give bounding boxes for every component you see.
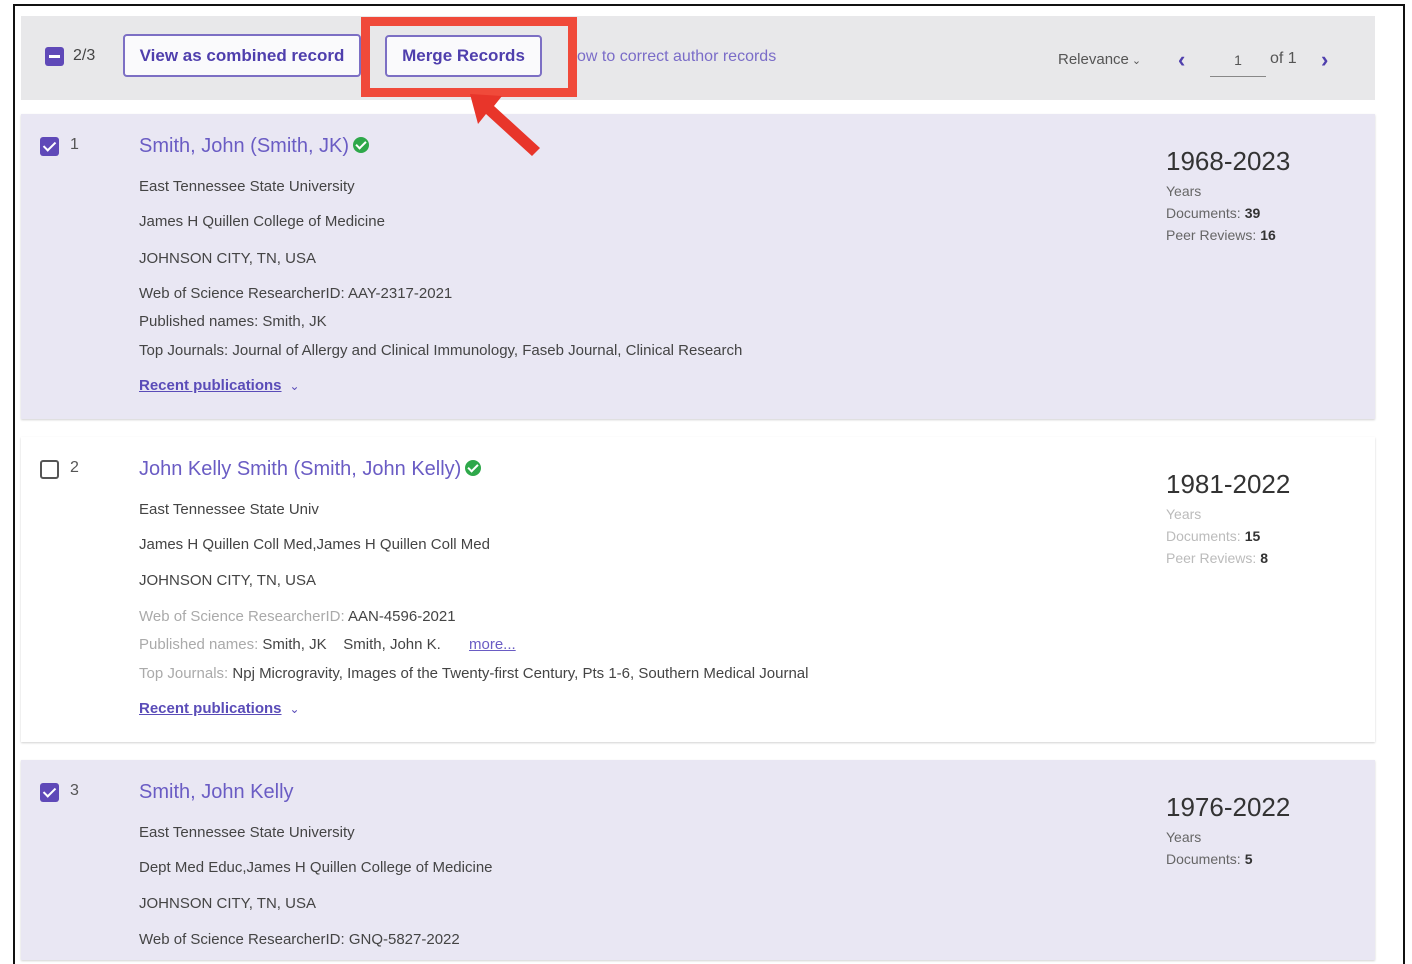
documents-label: Documents: bbox=[1166, 851, 1241, 867]
author-record-1: 1 Smith, John (Smith, JK) East Tennessee… bbox=[21, 114, 1375, 419]
year-range: 1976-2022 bbox=[1166, 792, 1291, 822]
select-all-checkbox[interactable] bbox=[45, 47, 64, 66]
researcher-id: Web of Science ResearcherID: GNQ-5827-20… bbox=[139, 931, 460, 948]
author-name: Smith, John Kelly bbox=[139, 781, 294, 803]
years-label: Years bbox=[1166, 506, 1290, 522]
affiliation: East Tennessee State University bbox=[139, 178, 355, 195]
author-name: Smith, John (Smith, JK) bbox=[139, 135, 350, 157]
top-journals: Top Journals: Npj Microgravity, Images o… bbox=[139, 665, 808, 682]
location: JOHNSON CITY, TN, USA bbox=[139, 250, 316, 267]
top-journals-value: Npj Microgravity, Images of the Twenty-f… bbox=[232, 665, 809, 682]
record-number: 3 bbox=[70, 782, 79, 799]
record-number: 2 bbox=[70, 459, 79, 476]
peer-reviews-label: Peer Reviews: bbox=[1166, 227, 1257, 243]
top-journals-label: Top Journals: bbox=[139, 665, 229, 682]
record-stats: 1968-2023 Years Documents: 39 Peer Review… bbox=[1166, 146, 1290, 243]
published-names-label: Published names: bbox=[139, 636, 259, 653]
sort-dropdown[interactable]: Relevance ⌄ bbox=[1058, 51, 1141, 68]
chevron-down-icon: ⌄ bbox=[289, 702, 300, 716]
researcher-id-value: GNQ-5827-2022 bbox=[348, 931, 460, 948]
author-name-link[interactable]: Smith, John (Smith, JK) bbox=[139, 135, 370, 158]
year-range: 1981-2022 bbox=[1166, 469, 1291, 499]
annotation-highlight-box bbox=[361, 17, 577, 97]
recent-publications-label: Recent publications bbox=[139, 700, 282, 717]
published-names-label: Published names: bbox=[139, 313, 259, 330]
selected-count: 2/3 bbox=[73, 47, 96, 64]
record-stats: 1981-2022 Years Documents: 15 Peer Review… bbox=[1166, 469, 1290, 566]
view-combined-record-button[interactable]: View as combined record bbox=[123, 34, 361, 77]
recent-publications-toggle[interactable]: Recent publications ⌄ bbox=[139, 700, 300, 717]
documents-stat: Documents: 5 bbox=[1166, 851, 1290, 867]
department: James H Quillen College of Medicine bbox=[139, 213, 385, 230]
published-names: Published names: Smith, JK bbox=[139, 313, 327, 330]
peer-reviews-stat: Peer Reviews: 16 bbox=[1166, 227, 1290, 243]
record-number: 1 bbox=[70, 136, 79, 153]
peer-reviews-count: 8 bbox=[1260, 550, 1269, 566]
chevron-down-icon: ⌄ bbox=[1131, 55, 1142, 67]
verified-check-icon bbox=[465, 459, 482, 476]
researcher-id: Web of Science ResearcherID: AAN-4596-20… bbox=[139, 608, 456, 625]
years-label: Years bbox=[1166, 183, 1202, 199]
year-range: 1968-2023 bbox=[1166, 146, 1291, 176]
researcher-id-value: AAN-4596-2021 bbox=[348, 608, 456, 625]
author-name-link[interactable]: John Kelly Smith (Smith, John Kelly) bbox=[139, 458, 482, 481]
peer-reviews-count: 16 bbox=[1260, 227, 1276, 243]
documents-stat: Documents: 39 bbox=[1166, 205, 1290, 221]
author-name: John Kelly Smith (Smith, John Kelly) bbox=[139, 458, 462, 480]
record-stats: 1976-2022 Years Documents: 5 bbox=[1166, 792, 1290, 867]
documents-count: 15 bbox=[1244, 528, 1261, 544]
verified-check-icon bbox=[353, 136, 370, 153]
documents-count: 5 bbox=[1244, 851, 1253, 867]
page-total: of 1 bbox=[1270, 50, 1297, 67]
researcher-id-label: Web of Science ResearcherID: bbox=[139, 931, 345, 948]
location: JOHNSON CITY, TN, USA bbox=[139, 572, 316, 589]
next-page-icon[interactable]: › bbox=[1321, 47, 1328, 73]
recent-publications-toggle[interactable]: Recent publications ⌄ bbox=[139, 377, 300, 394]
author-name-link[interactable]: Smith, John Kelly bbox=[139, 781, 294, 804]
record-2-checkbox[interactable] bbox=[40, 460, 59, 479]
affiliation: East Tennessee State Univ bbox=[139, 501, 319, 518]
record-3-checkbox[interactable] bbox=[40, 783, 59, 802]
documents-label: Documents: bbox=[1166, 528, 1241, 544]
peer-reviews-label: Peer Reviews: bbox=[1166, 550, 1257, 566]
previous-page-icon[interactable]: ‹ bbox=[1178, 47, 1185, 73]
documents-stat: Documents: 15 bbox=[1166, 528, 1290, 544]
published-names: Published names: Smith, JK Smith, John K… bbox=[139, 636, 516, 653]
correct-author-records-link[interactable]: ow to correct author records bbox=[577, 48, 776, 66]
location: JOHNSON CITY, TN, USA bbox=[139, 895, 316, 912]
documents-count: 39 bbox=[1244, 205, 1261, 221]
department: Dept Med Educ,James H Quillen College of… bbox=[139, 859, 493, 876]
researcher-id-label: Web of Science ResearcherID: bbox=[139, 608, 345, 625]
published-names-value: Smith, JK Smith, John K. bbox=[262, 636, 441, 653]
annotation-arrow-icon bbox=[470, 94, 540, 156]
chevron-down-icon: ⌄ bbox=[289, 379, 300, 393]
researcher-id: Web of Science ResearcherID: AAY-2317-20… bbox=[139, 285, 452, 302]
top-journals: Top Journals: Journal of Allergy and Cli… bbox=[139, 342, 742, 359]
record-1-checkbox[interactable] bbox=[40, 137, 59, 156]
affiliation: East Tennessee State University bbox=[139, 824, 355, 841]
sort-label: Relevance bbox=[1058, 51, 1129, 68]
published-names-value: Smith, JK bbox=[262, 313, 327, 330]
years-label-text: Years bbox=[1166, 506, 1202, 522]
researcher-id-label: Web of Science ResearcherID: bbox=[139, 285, 345, 302]
top-journals-label: Top Journals: bbox=[139, 342, 229, 359]
department: James H Quillen Coll Med,James H Quillen… bbox=[139, 536, 490, 553]
peer-reviews-stat: Peer Reviews: 8 bbox=[1166, 550, 1290, 566]
author-record-2: 2 John Kelly Smith (Smith, John Kelly) E… bbox=[21, 437, 1375, 742]
page-number-input[interactable]: 1 bbox=[1210, 48, 1266, 77]
recent-publications-label: Recent publications bbox=[139, 377, 282, 394]
researcher-id-value: AAY-2317-2021 bbox=[348, 285, 453, 302]
documents-label: Documents: bbox=[1166, 205, 1241, 221]
years-label: Years bbox=[1166, 829, 1202, 845]
top-journals-value: Journal of Allergy and Clinical Immunolo… bbox=[232, 342, 743, 359]
author-record-3: 3 Smith, John Kelly East Tennessee State… bbox=[21, 760, 1375, 960]
more-names-link[interactable]: more... bbox=[469, 636, 516, 653]
